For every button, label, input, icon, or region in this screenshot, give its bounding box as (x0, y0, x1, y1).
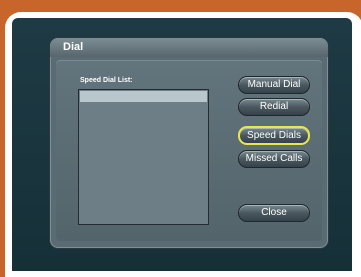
manual-dial-button[interactable]: Manual Dial (238, 76, 310, 94)
dialog-title: Dial (63, 41, 84, 53)
list-item[interactable] (80, 91, 207, 102)
speed-dial-list[interactable] (78, 89, 209, 225)
dialog-titlebar: Dial (50, 38, 328, 57)
speed-dials-button[interactable]: Speed Dials (238, 126, 310, 145)
speed-dial-list-label: Speed Dial List: (80, 77, 133, 84)
close-button[interactable]: Close (238, 204, 310, 222)
redial-button[interactable]: Redial (238, 98, 310, 116)
missed-calls-button[interactable]: Missed Calls (238, 150, 310, 168)
